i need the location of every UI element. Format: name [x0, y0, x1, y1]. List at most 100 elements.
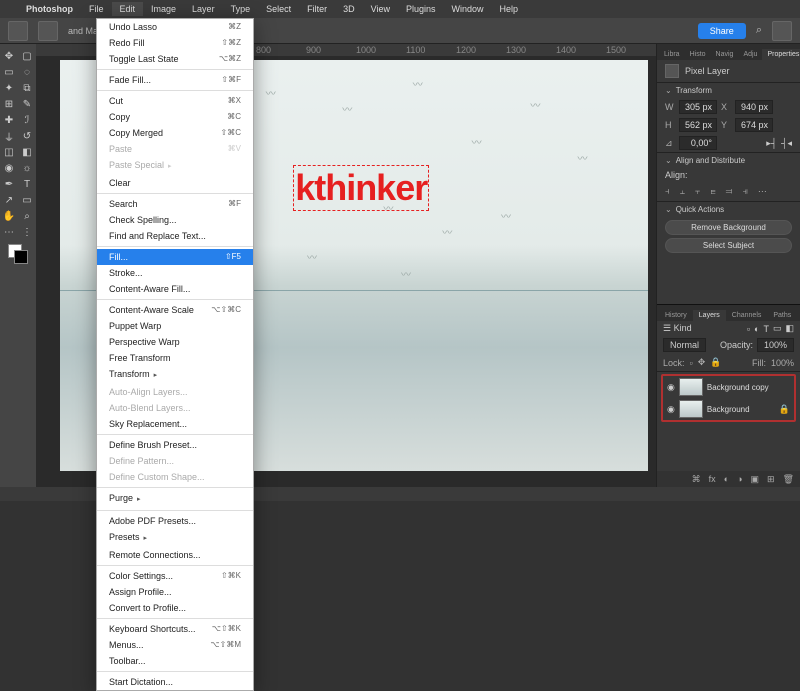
brush-tool-icon[interactable]: ℐ: [18, 112, 36, 128]
kind-filter[interactable]: ☰ Kind: [663, 323, 692, 334]
move-tool-icon[interactable]: ✥: [0, 48, 18, 64]
hand-tool-icon[interactable]: ✋: [0, 208, 18, 224]
share-button[interactable]: Share: [698, 23, 746, 39]
menu-edit[interactable]: Edit: [112, 2, 144, 16]
app-name[interactable]: Photoshop: [18, 2, 81, 16]
align-left-icon[interactable]: ⫞: [665, 186, 670, 197]
menu-item-content-aware-scale[interactable]: Content-Aware Scale⌥⇧⌘C: [97, 302, 253, 318]
visibility-icon[interactable]: ◉: [667, 382, 675, 393]
eraser-tool-icon[interactable]: ◫: [0, 144, 18, 160]
marquee-tool-icon[interactable]: ▭: [0, 64, 18, 80]
tab-paths[interactable]: Paths: [767, 310, 797, 321]
menu-item-sky-replacement[interactable]: Sky Replacement...: [97, 416, 253, 432]
tab-adjustments[interactable]: Adju: [738, 49, 762, 60]
tab-channels[interactable]: Channels: [726, 310, 768, 321]
adjustment-icon[interactable]: ◑: [737, 474, 742, 484]
layer-thumbnail[interactable]: [679, 400, 703, 418]
stamp-tool-icon[interactable]: ⏚: [0, 128, 18, 144]
gradient-tool-icon[interactable]: ◧: [18, 144, 36, 160]
menu-item-find-and-replace-text[interactable]: Find and Replace Text...: [97, 228, 253, 244]
edit-toolbar-icon[interactable]: ⋮: [18, 224, 36, 240]
healing-tool-icon[interactable]: ✚: [0, 112, 18, 128]
menu-view[interactable]: View: [363, 2, 398, 16]
menu-item-copy[interactable]: Copy⌘C: [97, 109, 253, 125]
remove-background-button[interactable]: Remove Background: [665, 220, 792, 235]
menu-image[interactable]: Image: [143, 2, 184, 16]
menu-item-transform[interactable]: Transform: [97, 366, 253, 384]
align-right-icon[interactable]: ⫟: [695, 186, 700, 197]
history-brush-icon[interactable]: ↺: [18, 128, 36, 144]
layer-thumbnail[interactable]: [679, 378, 703, 396]
new-layer-icon[interactable]: ⊞: [767, 474, 775, 485]
blend-mode-select[interactable]: Normal: [663, 338, 706, 352]
search-icon[interactable]: ⌕: [756, 24, 762, 37]
menu-item-adobe-pdf-presets[interactable]: Adobe PDF Presets...: [97, 513, 253, 529]
tab-libraries[interactable]: Libra: [659, 49, 685, 60]
menu-item-remote-connections[interactable]: Remote Connections...: [97, 547, 253, 563]
menu-item-copy-merged[interactable]: Copy Merged⇧⌘C: [97, 125, 253, 141]
link-layers-icon[interactable]: ⌘: [692, 474, 701, 485]
artboard-tool-icon[interactable]: ▢: [18, 48, 36, 64]
tab-navigator[interactable]: Navig: [711, 49, 739, 60]
tab-histogram[interactable]: Histo: [685, 49, 711, 60]
frame-tool-icon[interactable]: ⊞: [0, 96, 18, 112]
x-input[interactable]: 940 px: [735, 100, 773, 114]
blur-tool-icon[interactable]: ◉: [0, 160, 18, 176]
flip-horizontal-icon[interactable]: ▸┤: [766, 138, 777, 149]
menu-file[interactable]: File: [81, 2, 112, 16]
workspace-icon[interactable]: [772, 21, 792, 41]
align-center-h-icon[interactable]: ⫠: [680, 186, 685, 197]
filter-shape-icon[interactable]: ▭: [773, 323, 782, 334]
align-bottom-icon[interactable]: ⫣: [742, 186, 747, 197]
align-top-icon[interactable]: ⫢: [710, 186, 715, 197]
menu-select[interactable]: Select: [258, 2, 299, 16]
menu-filter[interactable]: Filter: [299, 2, 335, 16]
menu-item-toolbar[interactable]: Toolbar...: [97, 653, 253, 669]
menu-item-free-transform[interactable]: Free Transform: [97, 350, 253, 366]
align-more-icon[interactable]: ⋯: [758, 186, 767, 197]
menu-item-assign-profile[interactable]: Assign Profile...: [97, 584, 253, 600]
menu-item-redo-fill[interactable]: Redo Fill⇧⌘Z: [97, 35, 253, 51]
opacity-input[interactable]: 100%: [757, 338, 794, 352]
menu-item-stroke[interactable]: Stroke...: [97, 265, 253, 281]
zoom-tool-icon[interactable]: ⌕: [18, 208, 36, 224]
align-middle-icon[interactable]: ⫤: [726, 186, 733, 197]
menu-item-cut[interactable]: Cut⌘X: [97, 93, 253, 109]
menu-item-fill[interactable]: Fill...⇧F5: [97, 249, 253, 265]
menu-help[interactable]: Help: [492, 2, 527, 16]
filter-adjust-icon[interactable]: ◐: [754, 324, 759, 334]
mask-icon[interactable]: ◐: [724, 474, 729, 484]
visibility-icon[interactable]: ◉: [667, 404, 675, 415]
menu-3d[interactable]: 3D: [335, 2, 363, 16]
menu-item-keyboard-shortcuts[interactable]: Keyboard Shortcuts...⌥⇧⌘K: [97, 621, 253, 637]
fx-icon[interactable]: fx: [709, 474, 716, 484]
color-swatches[interactable]: [8, 244, 28, 264]
trash-icon[interactable]: 🗑: [783, 474, 794, 485]
menu-item-check-spelling[interactable]: Check Spelling...: [97, 212, 253, 228]
wand-tool-icon[interactable]: ✦: [0, 80, 18, 96]
menu-item-convert-to-profile[interactable]: Convert to Profile...: [97, 600, 253, 616]
eyedropper-tool-icon[interactable]: ✎: [18, 96, 36, 112]
menu-window[interactable]: Window: [444, 2, 492, 16]
pen-tool-icon[interactable]: ✒: [0, 176, 18, 192]
lock-all-icon[interactable]: 🔒: [710, 357, 721, 368]
menu-item-presets[interactable]: Presets: [97, 529, 253, 547]
path-tool-icon[interactable]: ↗: [0, 192, 18, 208]
menu-plugins[interactable]: Plugins: [398, 2, 444, 16]
transform-header[interactable]: Transform: [657, 83, 800, 98]
lasso-tool-icon[interactable]: ◌: [18, 64, 36, 80]
select-subject-button[interactable]: Select Subject: [665, 238, 792, 253]
flip-vertical-icon[interactable]: ┤◂: [781, 138, 792, 149]
menu-layer[interactable]: Layer: [184, 2, 223, 16]
filter-pixel-icon[interactable]: ▫: [747, 324, 750, 334]
angle-input[interactable]: 0,00°: [679, 136, 717, 150]
width-input[interactable]: 305 px: [679, 100, 717, 114]
menu-item-color-settings[interactable]: Color Settings...⇧⌘K: [97, 568, 253, 584]
menu-item-start-dictation[interactable]: Start Dictation...: [97, 674, 253, 690]
filter-smart-icon[interactable]: ◧: [785, 323, 794, 334]
home-icon[interactable]: [8, 21, 28, 41]
menu-item-menus[interactable]: Menus...⌥⇧⌘M: [97, 637, 253, 653]
menu-item-undo-lasso[interactable]: Undo Lasso⌘Z: [97, 19, 253, 35]
menu-item-purge[interactable]: Purge: [97, 490, 253, 508]
menu-item-clear[interactable]: Clear: [97, 175, 253, 191]
